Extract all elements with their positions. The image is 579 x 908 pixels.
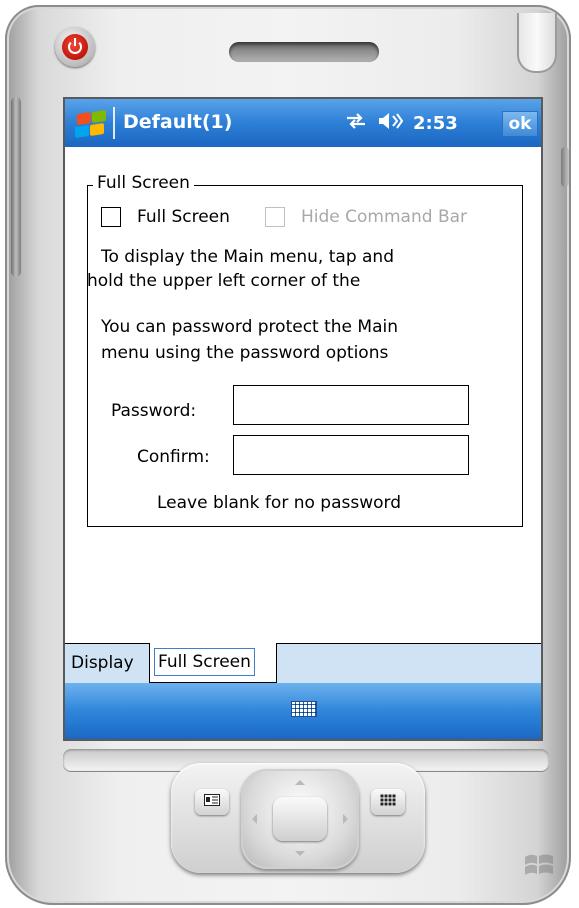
window-title: Default(1) xyxy=(123,111,233,133)
calendar-button[interactable] xyxy=(371,789,405,815)
full-screen-checkbox-label[interactable]: Full Screen xyxy=(137,207,230,227)
windows-logo-icon[interactable] xyxy=(73,110,109,139)
title-separator xyxy=(113,107,115,139)
side-volume-rocker[interactable] xyxy=(11,97,21,277)
d-pad[interactable] xyxy=(241,769,359,869)
tab-strip: Display Full Screen xyxy=(65,643,541,683)
contact-card-icon xyxy=(204,794,220,810)
contact-card-button[interactable] xyxy=(195,789,229,815)
tab-full-screen[interactable]: Full Screen xyxy=(149,643,277,683)
connectivity-icon[interactable] xyxy=(345,112,367,135)
power-icon xyxy=(62,34,88,60)
info-text-line-3: You can password protect the Main xyxy=(101,317,398,337)
d-pad-left-icon xyxy=(247,814,257,824)
stylus-slot xyxy=(517,13,557,73)
calendar-grid-icon xyxy=(380,794,396,810)
d-pad-center-button[interactable] xyxy=(273,797,327,841)
windows-logo-icon xyxy=(523,853,555,879)
menu-bar xyxy=(65,683,541,739)
info-text-line-4: menu using the password options xyxy=(101,343,389,363)
device-shell: Default(1) 2:53 ok Full Screen Full Scre… xyxy=(5,5,571,905)
confirm-field[interactable] xyxy=(233,435,469,475)
tab-full-screen-label: Full Screen xyxy=(154,648,255,676)
info-text-line-1: To display the Main menu, tap and xyxy=(101,247,394,267)
hide-command-bar-checkbox[interactable] xyxy=(265,207,285,227)
power-button[interactable] xyxy=(55,27,95,67)
d-pad-up-icon xyxy=(295,775,305,785)
full-screen-checkbox[interactable] xyxy=(101,207,121,227)
groupbox-label: Full Screen xyxy=(93,173,194,193)
clock[interactable]: 2:53 xyxy=(413,113,458,134)
side-button[interactable] xyxy=(561,147,569,187)
earpiece-speaker xyxy=(229,42,379,62)
password-label: Password: xyxy=(111,401,197,421)
title-bar: Default(1) 2:53 ok xyxy=(65,99,541,147)
status-area: 2:53 xyxy=(345,112,458,134)
password-field[interactable] xyxy=(233,385,469,425)
ok-button[interactable]: ok xyxy=(502,111,538,137)
d-pad-right-icon xyxy=(343,814,353,824)
keyboard-icon[interactable] xyxy=(291,701,317,717)
speaker-icon[interactable] xyxy=(377,111,404,136)
tab-display[interactable]: Display xyxy=(67,644,138,682)
d-pad-down-icon xyxy=(295,851,305,861)
info-text-line-2: hold the upper left corner of the xyxy=(87,271,361,291)
confirm-label: Confirm: xyxy=(137,447,210,467)
password-hint: Leave blank for no password xyxy=(157,493,401,513)
hide-command-bar-label: Hide Command Bar xyxy=(301,207,468,227)
device-screen: Default(1) 2:53 ok Full Screen Full Scre… xyxy=(65,99,541,739)
